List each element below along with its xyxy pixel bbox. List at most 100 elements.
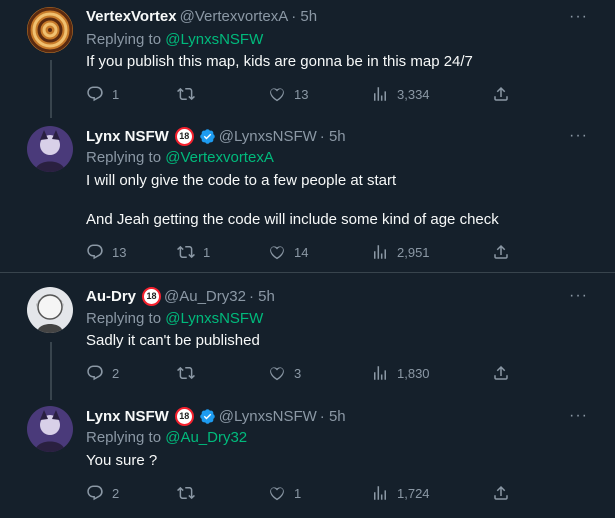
reply-icon [87,485,103,501]
reply-count: 13 [112,244,127,260]
reply-handle-link[interactable]: @LynxsNSFW [165,310,263,327]
view-count: 1,830 [397,365,430,381]
analytics-icon [374,366,386,380]
retweet-button[interactable] [177,85,203,103]
more-options-button[interactable]: ··· [569,127,588,145]
avatar-image-icon [27,406,73,452]
reply-button[interactable]: 2 [86,364,119,382]
reply-context: Replying to @Au_Dry32 [86,429,247,446]
user-handle[interactable]: @VertexvortexA [180,8,289,25]
retweet-button[interactable]: 1 [177,243,210,261]
display-name[interactable]: VertexVortex [86,8,177,25]
timestamp[interactable]: · 5h [320,408,346,425]
timestamp[interactable]: · 5h [320,128,346,145]
retweet-button[interactable] [177,364,203,382]
user-handle[interactable]: @LynxsNSFW [219,128,317,145]
views-button[interactable]: 1,724 [371,484,430,502]
reply-context: Replying to @LynxsNSFW [86,310,263,327]
reply-context: Replying to @LynxsNSFW [86,31,263,48]
like-button[interactable]: 1 [268,484,301,502]
reply-label: Replying to [86,31,162,48]
avatar[interactable] [27,126,73,172]
avatar[interactable] [27,287,73,333]
view-count: 1,724 [397,485,430,501]
avatar-pattern-icon [27,7,73,53]
like-count: 1 [294,485,302,501]
share-icon [494,244,508,259]
age-badge-icon: 18 [174,127,194,146]
reply-label: Replying to [86,149,162,166]
action-bar: 2 3 1,830 [86,362,508,384]
avatar[interactable] [27,406,73,452]
display-name[interactable]: Lynx NSFW [86,408,169,425]
tweet-text: I will only give the code to a few peopl… [86,172,397,189]
views-button[interactable]: 2,951 [371,243,430,261]
like-count: 14 [294,244,309,260]
like-button[interactable]: 3 [268,364,301,382]
reply-button[interactable]: 2 [86,484,119,502]
tweet-text: Sadly it can't be published [86,332,260,349]
action-bar: 13 1 14 2,951 [86,241,508,263]
reply-handle-link[interactable]: @VertexvortexA [165,149,274,166]
age-badge-icon: 18 [142,287,162,306]
display-name[interactable]: Lynx NSFW [86,128,169,145]
views-button[interactable]: 1,830 [371,364,430,382]
reply-icon [87,86,103,102]
user-handle[interactable]: @Au_Dry32 [164,288,246,305]
analytics-icon [374,486,386,500]
share-icon [494,485,508,500]
retweet-button[interactable] [177,484,203,502]
verified-badge-icon[interactable] [199,408,216,425]
like-button[interactable]: 13 [268,85,308,103]
reply-count: 1 [112,86,120,102]
share-button[interactable] [492,484,510,502]
more-options-button[interactable]: ··· [569,8,588,26]
tweet[interactable]: Lynx NSFW 18 @LynxsNSFW · 5h ··· Replyin… [0,398,615,518]
tweet[interactable]: Au-Dry 18 @Au_Dry32 · 5h ··· Replying to… [0,273,615,398]
user-handle[interactable]: @LynxsNSFW [219,408,317,425]
reply-context: Replying to @VertexvortexA [86,149,274,166]
heart-icon [270,487,284,501]
reply-handle-link[interactable]: @LynxsNSFW [165,31,263,48]
heart-icon [270,88,284,102]
tweet-text: And Jeah getting the code will include s… [86,211,499,228]
heart-icon [270,367,284,381]
share-button[interactable] [492,243,510,261]
tweet-text: You sure ? [86,452,158,469]
share-icon [494,86,508,101]
tweet-text: If you publish this map, kids are gonna … [86,53,473,70]
like-count: 13 [294,86,309,102]
tweet[interactable]: VertexVortex @VertexvortexA · 5h ··· Rep… [0,0,615,118]
timestamp[interactable]: · 5h [291,8,317,25]
like-button[interactable]: 14 [268,243,308,261]
avatar-image-icon [27,287,73,333]
heart-icon [270,246,284,260]
verified-badge-icon[interactable] [199,128,216,145]
analytics-icon [374,245,386,259]
action-bar: 1 13 3,334 [86,83,508,105]
views-button[interactable]: 3,334 [371,85,430,103]
reply-label: Replying to [86,310,162,327]
action-bar: 2 1 1,724 [86,482,508,504]
reply-count: 2 [112,365,120,381]
reply-handle-link[interactable]: @Au_Dry32 [165,429,247,446]
display-name[interactable]: Au-Dry [86,288,136,305]
more-options-button[interactable]: ··· [569,287,588,305]
retweet-icon [177,87,195,101]
view-count: 2,951 [397,244,430,260]
share-button[interactable] [492,85,510,103]
reply-button[interactable]: 13 [86,243,126,261]
reply-icon [87,365,103,381]
avatar-image-icon [27,126,73,172]
tweet-header: Au-Dry 18 @Au_Dry32 · 5h [86,287,275,306]
more-options-button[interactable]: ··· [569,407,588,425]
share-icon [494,365,508,380]
age-badge-icon: 18 [174,407,194,426]
like-count: 3 [294,365,302,381]
reply-button[interactable]: 1 [86,85,119,103]
timestamp[interactable]: · 5h [249,288,275,305]
share-button[interactable] [492,364,510,382]
tweet[interactable]: Lynx NSFW 18 @LynxsNSFW · 5h ··· Replyin… [0,118,615,272]
avatar[interactable] [27,7,73,53]
tweet-header: Lynx NSFW 18 @LynxsNSFW · 5h [86,127,346,146]
